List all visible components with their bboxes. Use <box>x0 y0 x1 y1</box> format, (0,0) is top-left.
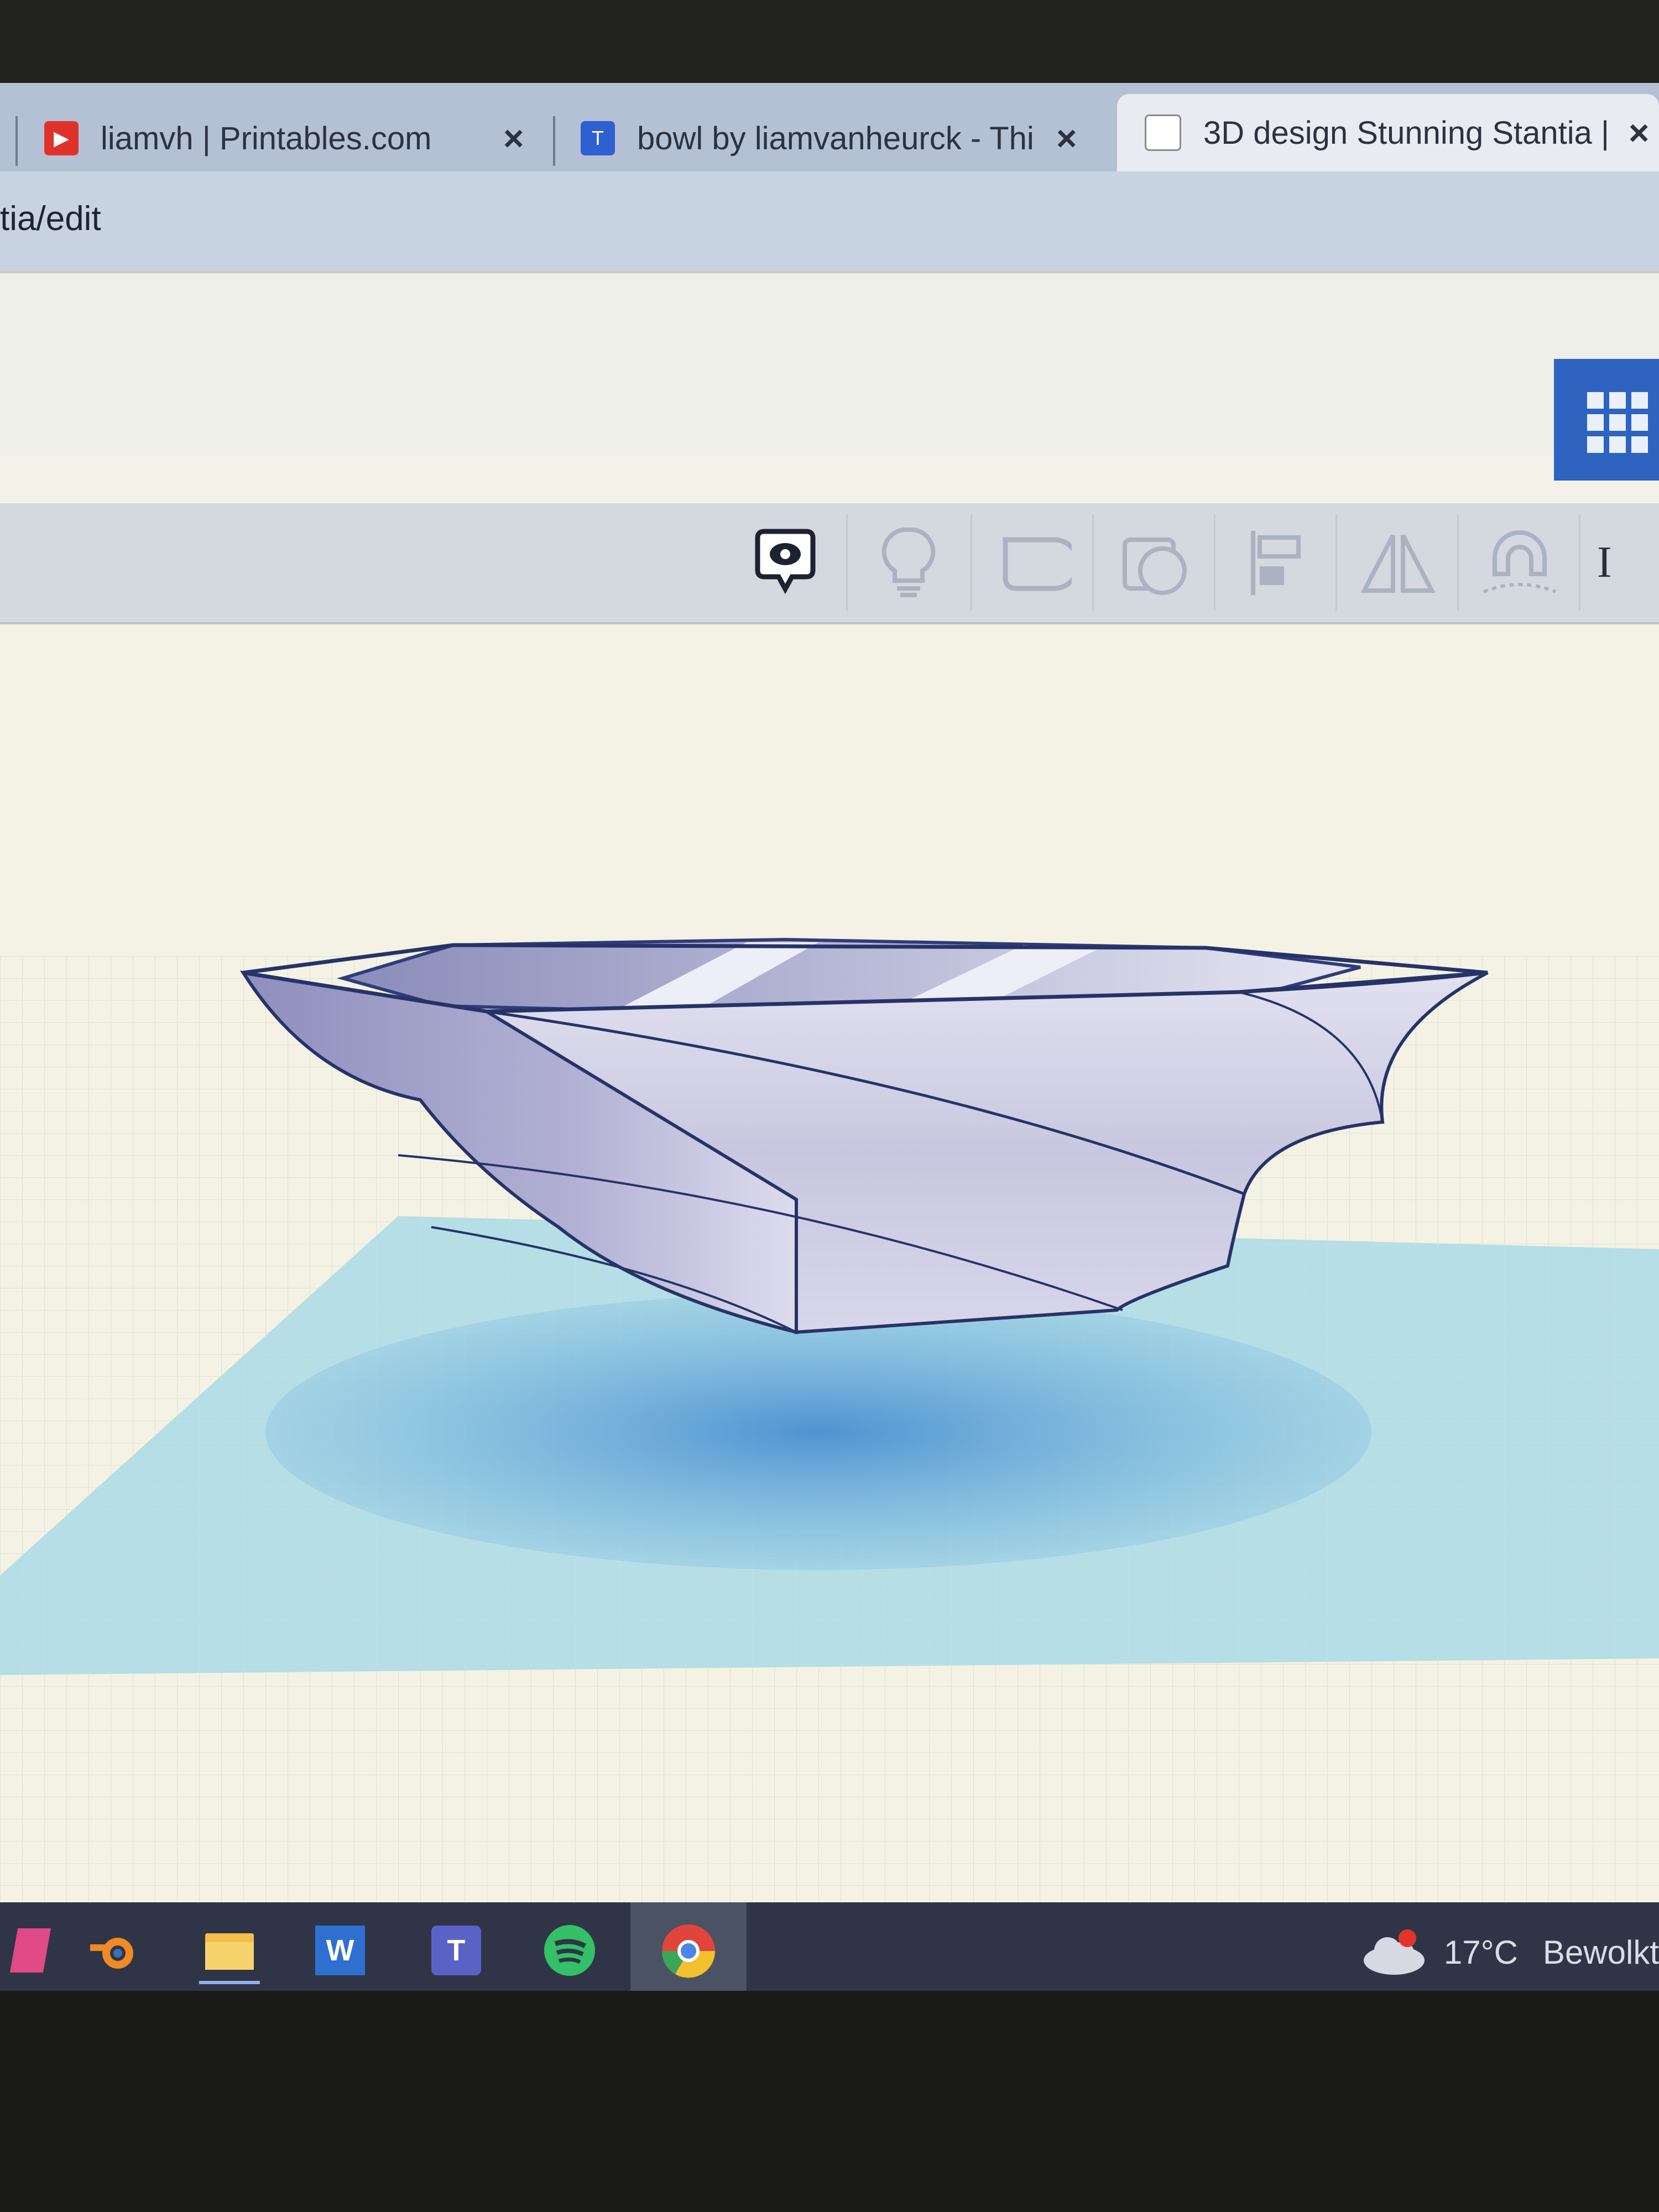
cloud-icon <box>1363 1929 1425 1975</box>
close-icon[interactable]: × <box>503 118 524 159</box>
hole-shape-button[interactable] <box>1092 514 1215 611</box>
solid-shape-button[interactable] <box>971 514 1094 611</box>
word-icon[interactable]: W <box>310 1920 371 1981</box>
mirror-icon <box>1360 534 1436 593</box>
app-icon-partial[interactable] <box>0 1920 61 1981</box>
shape-icon <box>1003 537 1072 591</box>
thingiverse-icon: T <box>581 121 615 155</box>
notes-button[interactable] <box>724 514 846 611</box>
light-bulb-icon <box>881 527 936 597</box>
chrome-icon[interactable] <box>630 1902 747 1996</box>
tab-tinkercad[interactable]: 3D design Stunning Stantia | × <box>1117 94 1659 171</box>
editor-toolbar: I <box>0 503 1659 624</box>
align-button[interactable] <box>1214 514 1337 611</box>
import-label: I <box>1597 538 1612 587</box>
teams-icon[interactable]: T <box>426 1920 487 1981</box>
app-grid-icon <box>1587 392 1648 453</box>
tab-separator <box>15 116 18 166</box>
tab-title: 3D design Stunning Stantia | <box>1203 114 1610 151</box>
tinkercad-icon <box>1145 114 1181 151</box>
tab-title: liamvh | Printables.com <box>101 120 432 156</box>
tab-printables[interactable]: ▶ liamvh | Printables.com × <box>44 105 525 171</box>
workplane-scene <box>0 624 1659 1990</box>
object-shadow <box>265 1293 1371 1570</box>
close-icon[interactable]: × <box>1056 118 1077 159</box>
align-icon <box>1251 530 1301 595</box>
weather-desc: Bewolkt <box>1542 1933 1659 1971</box>
printables-icon: ▶ <box>44 121 79 155</box>
url-text[interactable]: tia/edit <box>0 199 101 238</box>
notes-icon <box>755 529 816 594</box>
tab-title: bowl by liamvanheurck - Thi <box>637 120 1034 156</box>
spotify-icon[interactable] <box>539 1920 600 1981</box>
blender-icon[interactable] <box>83 1920 144 1981</box>
light-bulb-button[interactable] <box>846 514 969 611</box>
tab-separator <box>553 116 555 166</box>
app-grid-button[interactable] <box>1554 359 1659 481</box>
snap-button[interactable] <box>1457 514 1580 611</box>
weather-widget[interactable]: 17°C Bewolkt <box>1361 1924 1659 1980</box>
app-header <box>0 271 1659 481</box>
monitor-bezel-top <box>0 0 1659 94</box>
import-button[interactable]: I <box>1579 514 1659 611</box>
close-icon[interactable]: × <box>1629 112 1649 153</box>
screen: ▶ liamvh | Printables.com × T bowl by li… <box>0 83 1659 1996</box>
monitor-bezel-bottom <box>0 1991 1659 2212</box>
browser-tab-strip: ▶ liamvh | Printables.com × T bowl by li… <box>0 83 1659 171</box>
mirror-button[interactable] <box>1335 514 1459 611</box>
hole-icon <box>1123 537 1187 595</box>
address-bar: tia/edit <box>0 171 1659 271</box>
tab-thingiverse[interactable]: T bowl by liamvanheurck - Thi × <box>581 105 1089 171</box>
file-explorer-icon[interactable] <box>199 1920 260 1984</box>
weather-temp: 17°C <box>1443 1933 1518 1971</box>
windows-taskbar: W T 17°C Bewolkt <box>0 1902 1659 1996</box>
3d-viewport[interactable] <box>0 624 1659 1990</box>
snap-magnet-icon <box>1483 530 1557 593</box>
